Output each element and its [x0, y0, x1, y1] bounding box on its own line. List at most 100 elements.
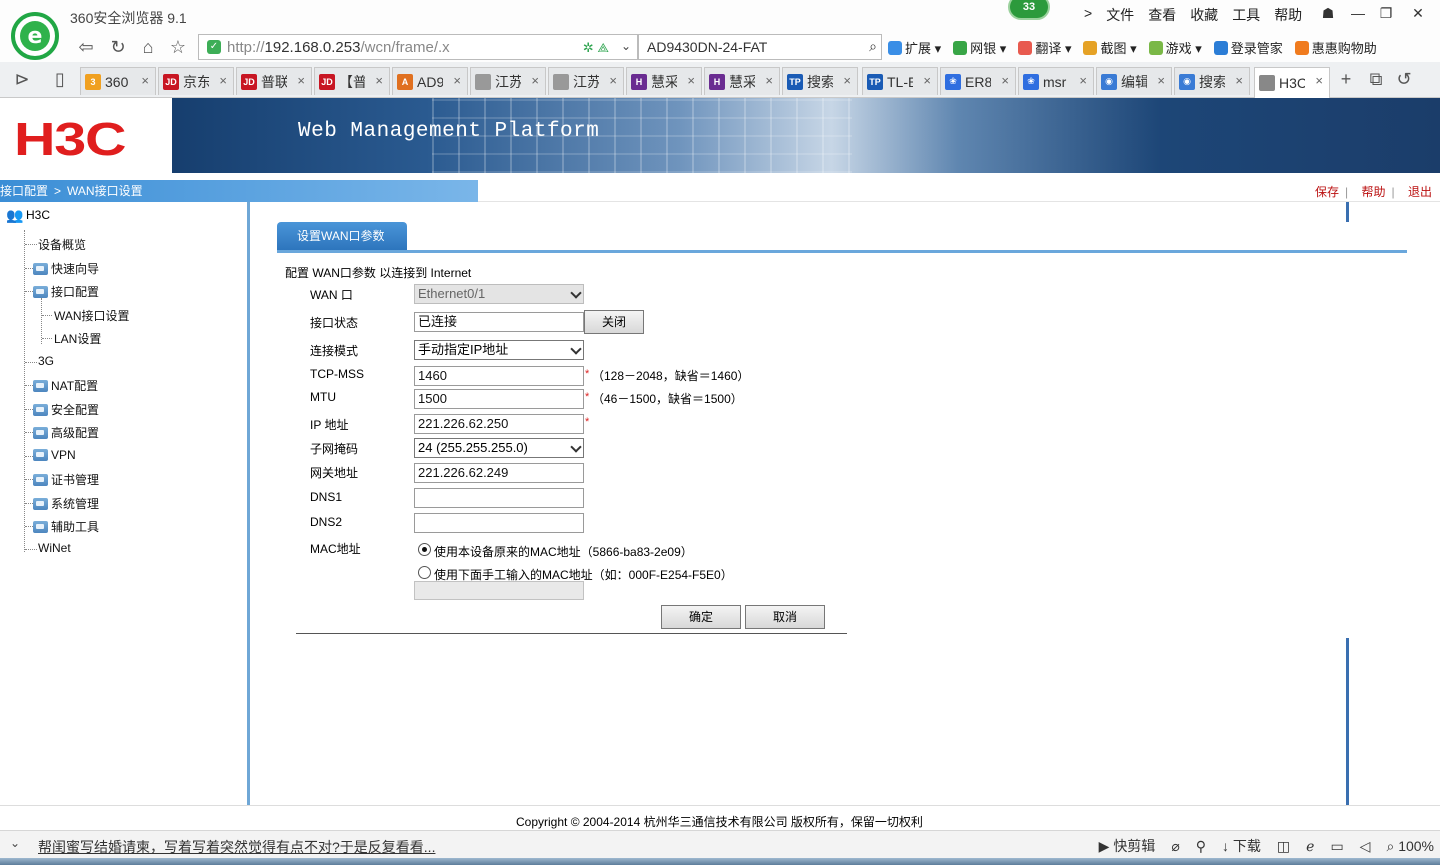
- maximize-icon[interactable]: ❐: [1374, 3, 1398, 23]
- sidebar-item[interactable]: 辅助工具: [33, 518, 99, 535]
- zoom-level[interactable]: ⌕ 100%: [1386, 838, 1434, 855]
- browser-tab[interactable]: A AD9 ×: [392, 67, 468, 95]
- toolbar-extensions[interactable]: 扩展 ▾: [888, 38, 941, 57]
- tab-close-icon[interactable]: ×: [1079, 73, 1087, 88]
- sidebar-item[interactable]: 接口配置: [33, 283, 99, 300]
- mode-select[interactable]: 手动指定IP地址: [414, 340, 584, 360]
- sidebar-item[interactable]: VPN: [33, 448, 76, 462]
- browser-tab[interactable]: H3C ×: [1254, 67, 1330, 98]
- sidebar-item[interactable]: WAN接口设置: [54, 307, 130, 324]
- sidebar-item[interactable]: LAN设置: [54, 330, 101, 347]
- browser-tab[interactable]: 江苏 ×: [548, 67, 624, 95]
- cancel-button[interactable]: 取消: [745, 605, 825, 629]
- ip-input[interactable]: 221.226.62.250: [414, 414, 584, 434]
- tab-close-icon[interactable]: ×: [1157, 73, 1165, 88]
- mac-input[interactable]: [414, 581, 584, 600]
- pin-icon[interactable]: ⚲: [1196, 838, 1206, 855]
- tab-close-icon[interactable]: ×: [843, 73, 851, 88]
- browser-tab[interactable]: ◉ 编辑 ×: [1096, 67, 1172, 95]
- minimize-icon[interactable]: —: [1346, 3, 1370, 23]
- sidebar-item[interactable]: 高级配置: [33, 424, 99, 441]
- search-icon[interactable]: ⌕: [869, 38, 877, 55]
- toolbar-games[interactable]: 游戏 ▾: [1148, 38, 1202, 57]
- tab-close-icon[interactable]: ×: [1315, 73, 1323, 88]
- new-tab-button[interactable]: +: [1334, 68, 1358, 90]
- menu-help[interactable]: 帮助: [1274, 5, 1302, 25]
- menu-tools[interactable]: 工具: [1232, 5, 1260, 25]
- window-icon[interactable]: ◫: [1277, 838, 1290, 855]
- browser-tab[interactable]: H 慧采 ×: [704, 67, 780, 95]
- sidebar-toggle-icon[interactable]: ⊳: [10, 68, 34, 90]
- tab-restore-icon[interactable]: ⧉: [1364, 68, 1388, 90]
- browser-tab[interactable]: TPTL-E ×: [862, 67, 938, 95]
- tile-icon[interactable]: ▭: [1330, 838, 1343, 855]
- browser-tab[interactable]: TP 搜索 ×: [782, 67, 858, 95]
- dns2-input[interactable]: [414, 513, 584, 533]
- mask-select[interactable]: 24 (255.255.255.0): [414, 438, 584, 458]
- sidebar-item[interactable]: 系统管理: [33, 495, 99, 512]
- menu-view[interactable]: 查看: [1148, 5, 1176, 25]
- close-connection-button[interactable]: 关闭: [584, 310, 644, 334]
- sidebar-item[interactable]: WiNet: [38, 541, 71, 555]
- browser-tab[interactable]: 3 360 ×: [80, 67, 156, 95]
- browser-tab[interactable]: ❀ ER8 ×: [940, 67, 1016, 95]
- address-bar[interactable]: ✓ http://192.168.0.253/wcn/frame/.x ✲ ⟁ …: [198, 34, 638, 60]
- undo-close-icon[interactable]: ↺: [1392, 68, 1416, 90]
- browser-tab[interactable]: JD 【普 ×: [314, 67, 390, 95]
- back-icon[interactable]: ⇦: [74, 36, 98, 58]
- browser-tab[interactable]: 江苏 ×: [470, 67, 546, 95]
- tab-close-icon[interactable]: ×: [609, 73, 617, 88]
- tab-close-icon[interactable]: ×: [375, 73, 383, 88]
- toolbar-shopping-assistant[interactable]: 惠惠购物助: [1294, 38, 1377, 57]
- tab-close-icon[interactable]: ×: [1235, 73, 1243, 88]
- browser-tab[interactable]: JD 京东 ×: [158, 67, 234, 95]
- address-dropdown-icon[interactable]: ⌄: [621, 39, 631, 53]
- toolbar-screenshot[interactable]: 截图 ▾: [1083, 38, 1137, 57]
- menu-chevron-icon[interactable]: >: [1084, 5, 1092, 25]
- tab-close-icon[interactable]: ×: [297, 73, 305, 88]
- ok-button[interactable]: 确定: [661, 605, 741, 629]
- menu-file[interactable]: 文件: [1106, 5, 1134, 25]
- browser-logo-icon[interactable]: e: [11, 12, 59, 60]
- logout-link[interactable]: 退出: [1408, 185, 1432, 199]
- tab-close-icon[interactable]: ×: [765, 73, 773, 88]
- tab-close-icon[interactable]: ×: [923, 73, 931, 88]
- sidebar-item[interactable]: 快速向导: [33, 260, 99, 277]
- refresh-icon[interactable]: ↻: [106, 36, 130, 58]
- wan-port-select[interactable]: Ethernet0/1: [414, 284, 584, 304]
- tab-close-icon[interactable]: ×: [531, 73, 539, 88]
- menu-favorites[interactable]: 收藏: [1190, 5, 1218, 25]
- download-button[interactable]: ↓ 下载: [1222, 836, 1261, 856]
- browser-tab[interactable]: ❀ msr ×: [1018, 67, 1094, 95]
- help-link[interactable]: 帮助: [1362, 185, 1386, 199]
- quick-edit-button[interactable]: ▶ 快剪辑: [1099, 836, 1156, 856]
- toolbar-translate[interactable]: 翻译 ▾: [1018, 38, 1071, 57]
- gateway-input[interactable]: 221.226.62.249: [414, 463, 584, 483]
- tab-close-icon[interactable]: ×: [453, 73, 461, 88]
- mss-input[interactable]: 1460: [414, 366, 584, 386]
- toolbar-login-manager[interactable]: 登录管家: [1213, 38, 1283, 57]
- sidebar-item[interactable]: 证书管理: [33, 471, 99, 488]
- save-link[interactable]: 保存: [1315, 185, 1339, 199]
- sound-icon[interactable]: ◁: [1360, 838, 1371, 855]
- home-icon[interactable]: ⌂: [136, 36, 160, 58]
- tree-root[interactable]: 👥 H3C: [6, 207, 50, 223]
- mac-radio-manual[interactable]: [418, 566, 431, 579]
- sidebar-item[interactable]: 设备概览: [38, 236, 86, 253]
- browser-tab[interactable]: H 慧采 ×: [626, 67, 702, 95]
- notification-badge[interactable]: 33: [1008, 0, 1050, 20]
- speed-mode-icon[interactable]: ✲ ⟁: [583, 40, 609, 56]
- tab-close-icon[interactable]: ×: [687, 73, 695, 88]
- favorite-star-icon[interactable]: ☆: [166, 36, 190, 58]
- browser-tab[interactable]: JD 普联 ×: [236, 67, 312, 95]
- mtu-input[interactable]: 1500: [414, 389, 584, 409]
- mac-radio-original[interactable]: [418, 543, 431, 556]
- dns1-input[interactable]: [414, 488, 584, 508]
- search-input[interactable]: AD9430DN-24-FAT ⌕: [638, 34, 882, 60]
- news-ticker-link[interactable]: 帮闺蜜写结婚请柬，写着写着突然觉得有点不对?于是反复看看...: [38, 837, 435, 857]
- browser-tab[interactable]: ◉ 搜索 ×: [1174, 67, 1250, 95]
- ie-icon[interactable]: ℯ: [1306, 838, 1314, 855]
- skin-icon[interactable]: ☗: [1318, 3, 1338, 23]
- sidebar-item[interactable]: 安全配置: [33, 401, 99, 418]
- tab-wan-settings[interactable]: 设置WAN口参数: [277, 222, 407, 250]
